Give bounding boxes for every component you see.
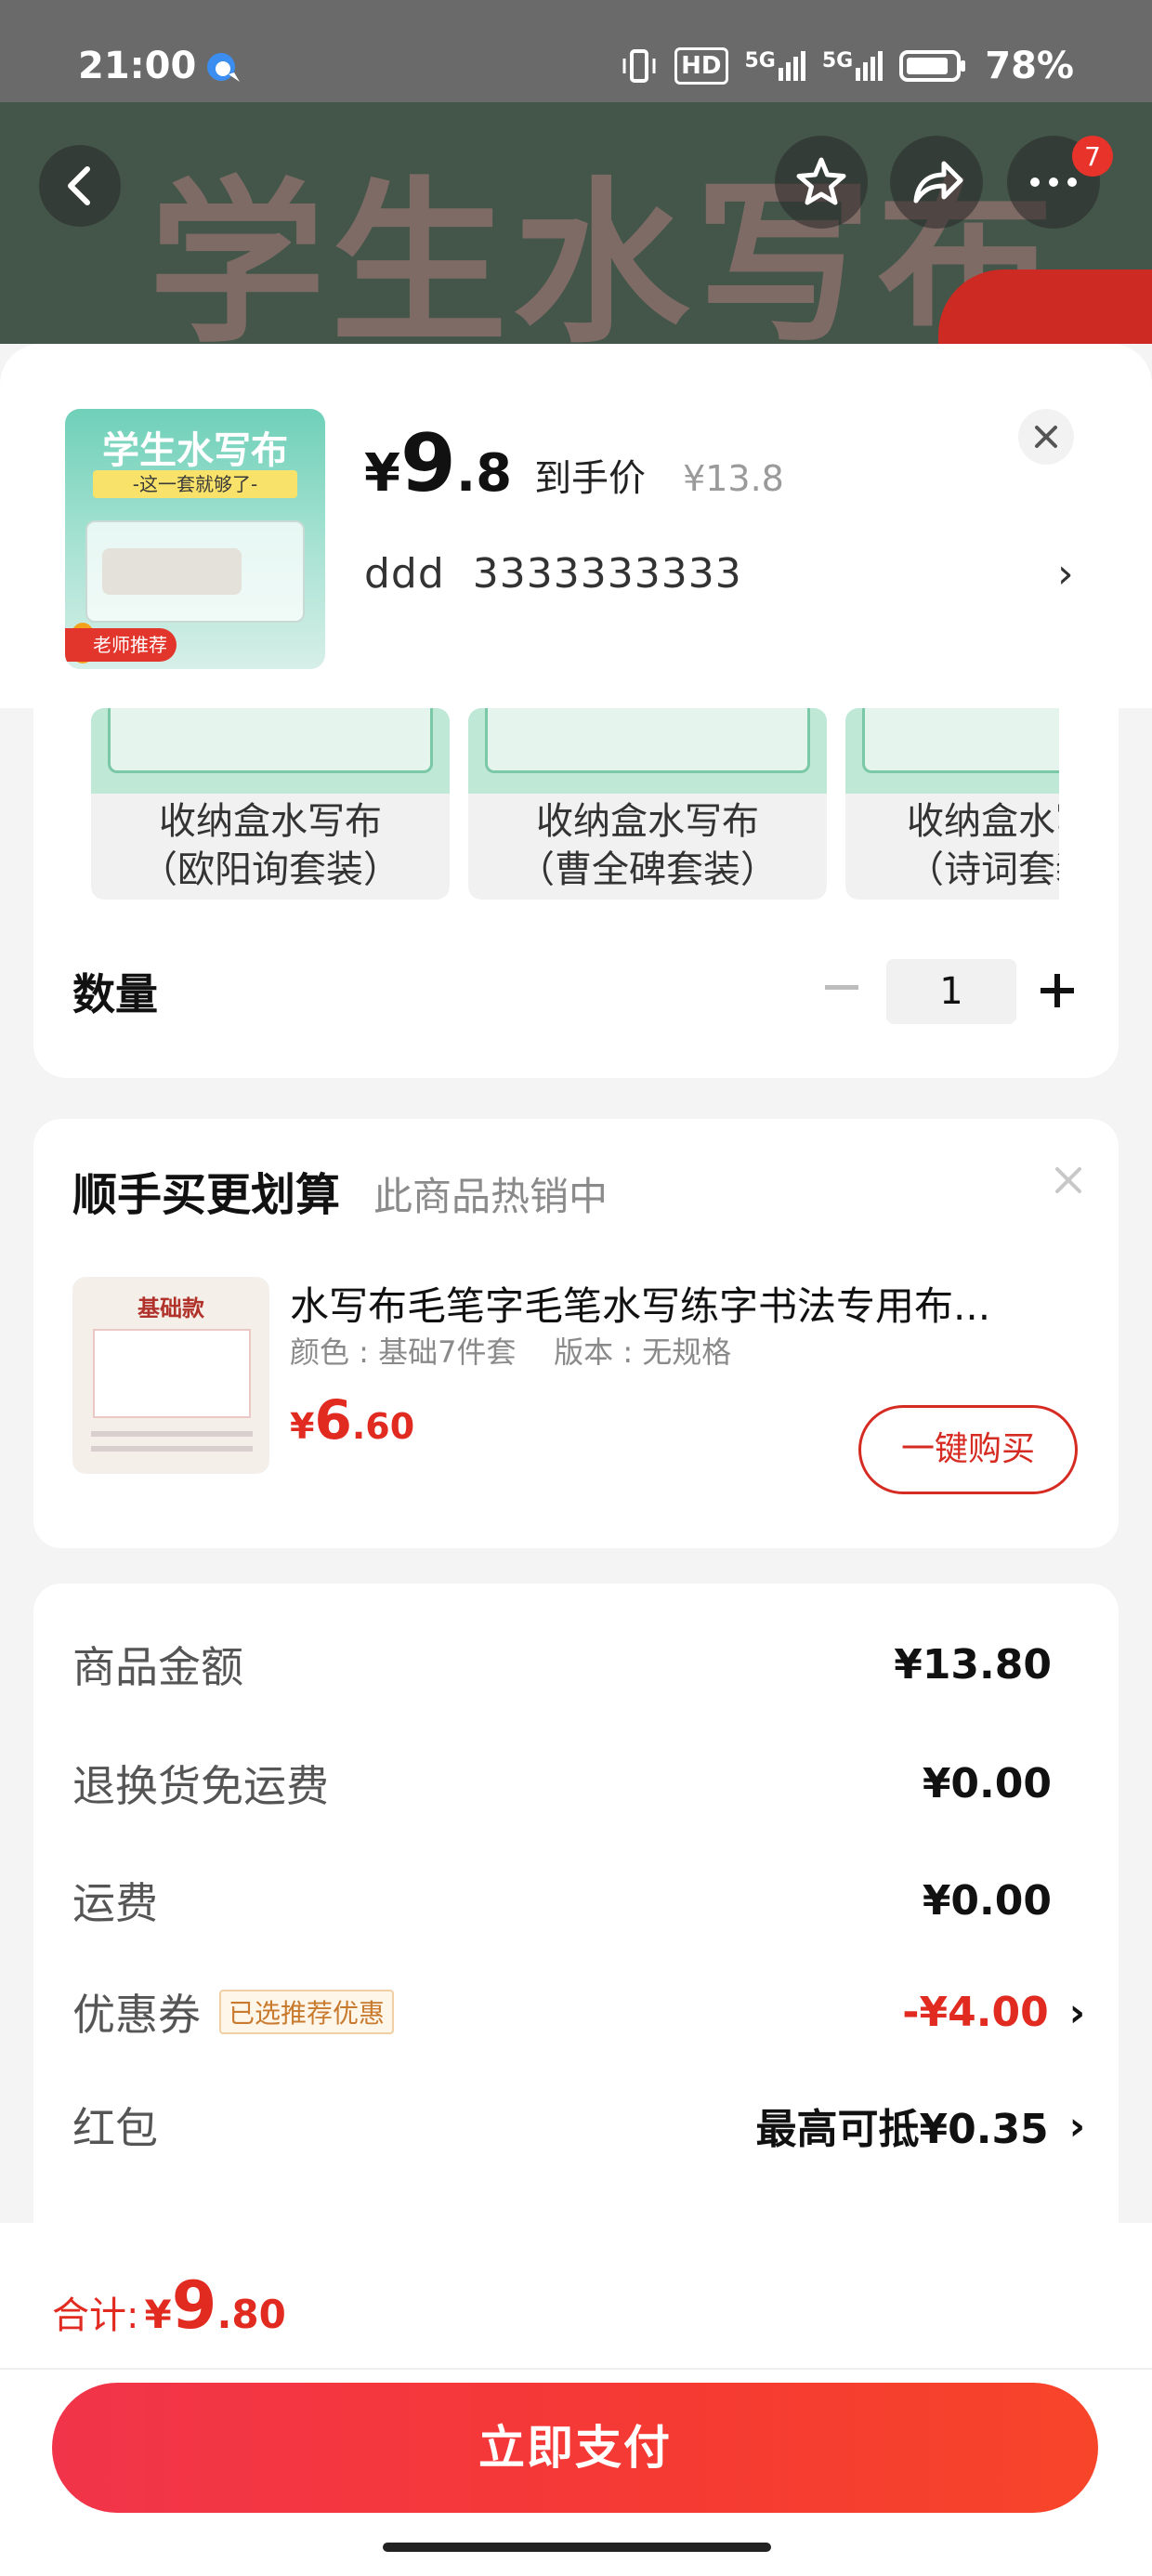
variant-image — [468, 708, 827, 794]
quantity-input[interactable]: 1 — [886, 959, 1016, 1024]
variant-option[interactable]: 收纳盒水写布（诗词套装） — [845, 708, 1059, 900]
summary-value: 最高可抵¥0.35 — [755, 2106, 1049, 2153]
upsell-thumbnail[interactable]: 基础款 — [72, 1277, 269, 1474]
variant-list[interactable]: 收纳盒水写布（欧阳询套装） 收纳盒水写布（曹全碑套装） 收纳盒水写布（诗词套装） — [56, 708, 1059, 909]
variant-label: 收纳盒水写布 （欧阳询套装） — [140, 800, 400, 891]
upsell-subtitle: 此商品热销中 — [373, 1174, 609, 1219]
quantity-decrease-button[interactable] — [825, 985, 858, 990]
summary-value: ¥0.00 — [922, 1876, 1052, 1925]
upsell-item-name[interactable]: 水写布毛笔字毛笔水写练字书法专用布... — [290, 1275, 1089, 1332]
status-time: 21:00 — [78, 45, 197, 87]
divider — [0, 2368, 1152, 2370]
upsell-item-spec: 颜色 : 基础7件套 版本 : 无规格 — [290, 1334, 732, 1370]
coupon-value-group: -¥4.00 › — [902, 1989, 1085, 2036]
chevron-right-icon: › — [1068, 2102, 1085, 2149]
total-integer: 9 — [171, 2267, 217, 2344]
hd-indicator: HD — [674, 47, 728, 85]
total-currency: ¥ — [144, 2292, 172, 2337]
more-dots-icon — [1030, 177, 1077, 187]
summary-value: ¥0.00 — [922, 1759, 1052, 1807]
star-icon — [796, 157, 846, 205]
pay-now-button[interactable]: 立即支付 — [52, 2383, 1098, 2513]
share-button[interactable] — [890, 136, 983, 229]
summary-row-coupon[interactable]: 优惠券 已选推荐优惠 -¥4.00 › — [72, 1979, 1085, 2044]
variant-image — [845, 708, 1059, 794]
summary-row-shipping: 运费 ¥0.00 — [72, 1868, 1085, 1933]
quantity-label: 数量 — [72, 969, 158, 1019]
summary-row-goods-amount: 商品金额 ¥13.80 — [72, 1632, 1085, 1697]
original-price: ¥13.8 — [683, 458, 784, 499]
order-summary: 商品金额 ¥13.80 退换货免运费 ¥0.00 运费 ¥0.00 优惠券 已选… — [33, 1584, 1119, 2253]
banner-red-shape — [938, 269, 1152, 344]
summary-value: -¥4.00 — [902, 1988, 1049, 2036]
close-button[interactable] — [1018, 409, 1074, 465]
product-thumbnail[interactable]: 学生水写布 -这一套就够了- 老师推荐 — [65, 409, 325, 669]
summary-label: 运费 — [72, 1878, 158, 1928]
signal-1-icon: 5G — [745, 51, 805, 81]
chevron-right-icon: › — [1068, 1989, 1085, 2035]
upsell-card: 顺手买更划算 此商品热销中 基础款 水写布毛笔字毛笔水写练字书法专用布... 颜… — [33, 1119, 1119, 1548]
total-decimal: .80 — [216, 2292, 286, 2337]
summary-label: 退换货免运费 — [72, 1761, 329, 1811]
summary-label: 商品金额 — [72, 1642, 243, 1692]
variant-image — [91, 708, 450, 794]
teacher-recommend-tag: 老师推荐 — [65, 628, 177, 662]
signal-2-icon: 5G — [822, 51, 884, 81]
upsell-title: 顺手买更划算 — [72, 1169, 341, 1221]
variant-option[interactable]: 收纳盒水写布 （欧阳询套装） — [91, 708, 450, 900]
coupon-selected-tag: 已选推荐优惠 — [219, 1990, 395, 2034]
price-row: ¥ 9 .8 到手价 ¥13.8 — [364, 424, 784, 504]
chevron-right-icon[interactable]: › — [1057, 550, 1074, 598]
selected-spec[interactable]: ddd 3333333333 — [364, 550, 742, 598]
quantity-increase-button[interactable] — [1039, 963, 1076, 1019]
battery-icon — [899, 50, 966, 82]
one-click-buy-button[interactable]: 一键购买 — [858, 1405, 1078, 1494]
final-price-label: 到手价 — [534, 457, 647, 500]
summary-value: ¥13.80 — [894, 1640, 1052, 1689]
close-icon — [1035, 426, 1057, 448]
price-currency: ¥ — [364, 443, 400, 504]
thumb-brush-image — [102, 548, 242, 595]
summary-label: 红包 — [72, 2103, 158, 2153]
notification-badge: 7 — [1072, 136, 1113, 177]
price-integer: 9 — [399, 417, 456, 510]
thumb-subtitle: -这一套就够了- — [93, 470, 297, 498]
variant-label: 收纳盒水写布 （曹全碑套装） — [517, 800, 778, 891]
product-banner: 学生水写布 7 — [0, 102, 1152, 344]
product-header: 学生水写布 -这一套就够了- 老师推荐 ¥ 9 .8 到手价 ¥13.8 ddd… — [0, 344, 1152, 708]
price-decimal: .8 — [455, 443, 513, 504]
vibrate-icon — [622, 49, 656, 83]
upsell-price: ¥6.60 — [290, 1388, 415, 1452]
variant-option[interactable]: 收纳盒水写布 （曹全碑套装） — [468, 708, 827, 900]
thumb-title: 学生水写布 — [102, 429, 288, 472]
upsell-thumb-text-line — [91, 1446, 253, 1452]
total-label: 合计: — [52, 2294, 139, 2337]
home-indicator[interactable] — [383, 2543, 771, 2552]
summary-row-return-shipping: 退换货免运费 ¥0.00 — [72, 1751, 1085, 1816]
chevron-left-icon — [68, 166, 90, 205]
status-bar: 21:00 HD 5G 5G 78% — [0, 0, 1152, 102]
upsell-thumb-title: 基础款 — [137, 1295, 204, 1321]
upsell-close-icon[interactable] — [1050, 1162, 1087, 1199]
red-packet-value-group: 最高可抵¥0.35 › — [756, 2096, 1086, 2155]
favorite-button[interactable] — [775, 136, 868, 229]
share-icon — [913, 161, 963, 204]
summary-label: 优惠券 — [72, 1990, 201, 2040]
summary-row-red-packet[interactable]: 红包 最高可抵¥0.35 › — [72, 2093, 1085, 2158]
checkout-bar: 合计: ¥ 9 .80 立即支付 — [0, 2223, 1152, 2576]
coupon-label-group: 优惠券 已选推荐优惠 — [72, 1981, 395, 2043]
back-button[interactable] — [39, 145, 121, 227]
total-amount: 合计: ¥ 9 .80 — [52, 2267, 286, 2344]
battery-percent: 78% — [985, 45, 1074, 87]
app-notification-icon — [207, 53, 240, 82]
upsell-thumb-paper — [93, 1329, 251, 1418]
upsell-thumb-text-line — [91, 1431, 253, 1437]
variant-label: 收纳盒水写布（诗词套装） — [907, 800, 1059, 891]
